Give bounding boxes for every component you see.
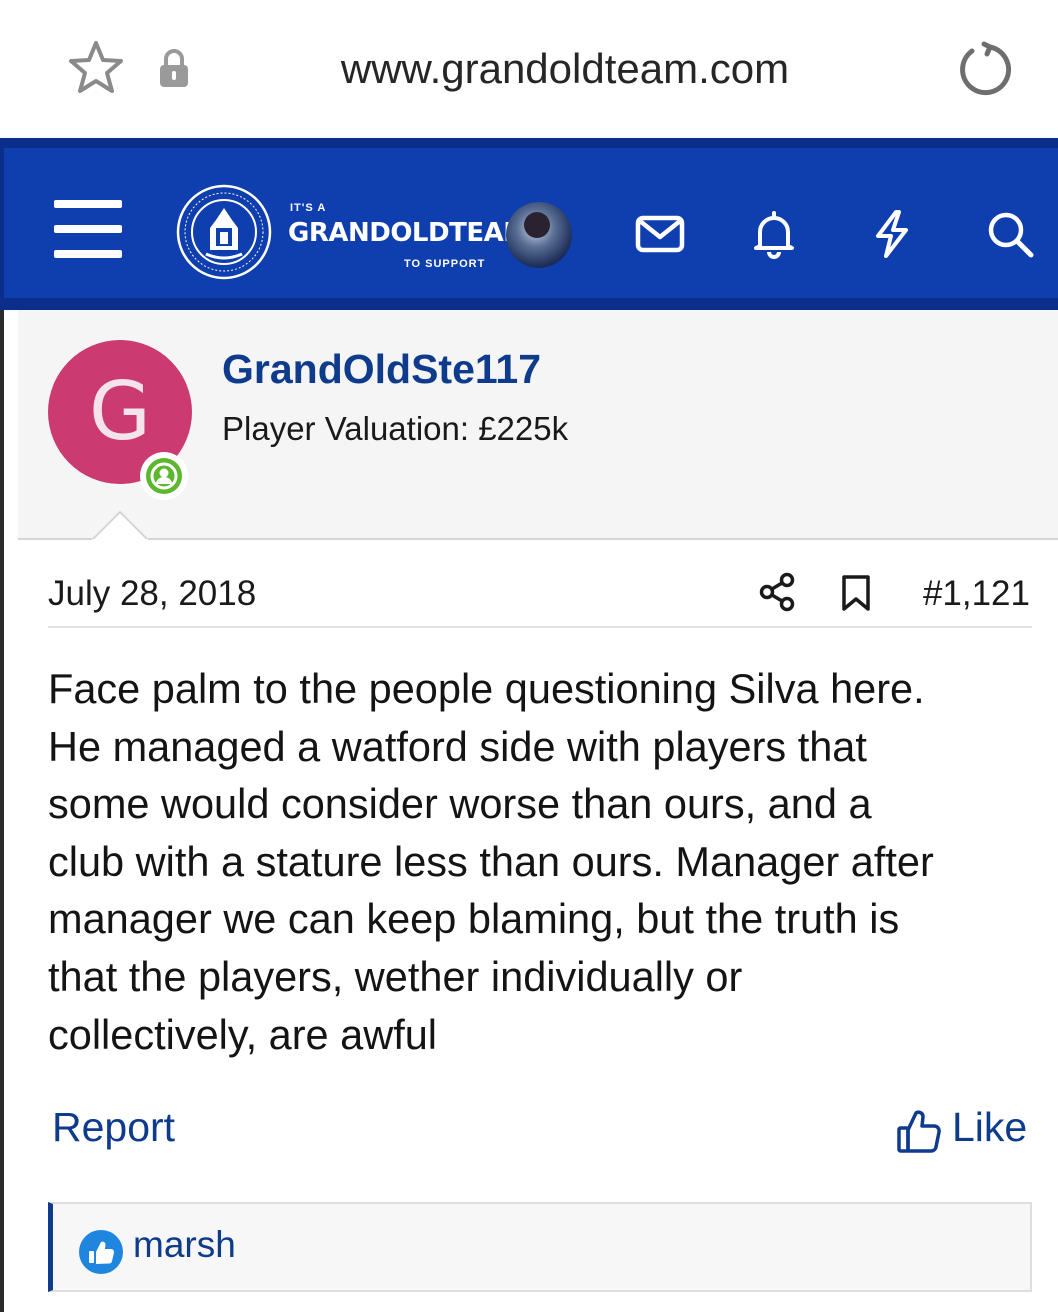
bolt-icon[interactable] (866, 208, 918, 260)
site-header: IT'S A GRANDOLDTEAM TO SUPPORT (0, 138, 1058, 310)
bell-icon[interactable] (748, 208, 800, 260)
menu-icon[interactable] (54, 200, 122, 258)
user-icon (150, 462, 178, 490)
club-crest-logo[interactable] (176, 184, 272, 280)
browser-address-bar: www.grandoldteam.com (0, 0, 1058, 138)
post-username[interactable]: GrandOldSte117 (222, 346, 541, 393)
reactions-bar[interactable]: marsh (48, 1202, 1032, 1292)
envelope-icon[interactable] (634, 208, 686, 260)
reaction-user-link[interactable]: marsh (133, 1224, 236, 1266)
bookmark-star-icon[interactable] (66, 38, 126, 98)
site-header-bar: IT'S A GRANDOLDTEAM TO SUPPORT (4, 148, 1058, 298)
account-avatar[interactable] (506, 202, 572, 268)
post-left-border (0, 310, 4, 1312)
bookmark-icon[interactable] (840, 574, 872, 612)
site-logo[interactable]: IT'S A GRANDOLDTEAM TO SUPPORT (288, 200, 529, 276)
lock-icon (160, 49, 188, 87)
like-reaction-icon (79, 1230, 123, 1274)
post-body: Face palm to the people questioning Silv… (48, 665, 934, 1058)
thumbs-up-icon (89, 1241, 115, 1264)
online-status-badge (140, 452, 188, 500)
brand-bottom-text: TO SUPPORT (404, 258, 486, 270)
url-field[interactable]: www.grandoldteam.com (230, 40, 900, 98)
search-icon[interactable] (984, 208, 1036, 260)
user-title: Player Valuation: £225k (222, 410, 569, 447)
reload-icon[interactable] (954, 38, 1016, 100)
divider (48, 626, 1032, 628)
report-button[interactable]: Report (52, 1104, 175, 1151)
post-number-link[interactable]: #1,121 (900, 574, 1030, 614)
page: www.grandoldteam.com IT'S A GRANDOLDTEAM… (0, 0, 1058, 1312)
share-icon[interactable] (758, 572, 796, 612)
brand-name: GRANDOLDTEAM (288, 218, 529, 248)
user-panel-pointer (92, 511, 148, 541)
post-date[interactable]: July 28, 2018 (48, 574, 256, 614)
thumbs-up-icon (897, 1110, 941, 1153)
like-label: Like (952, 1104, 1028, 1150)
brand-top-text: IT'S A (290, 202, 327, 214)
